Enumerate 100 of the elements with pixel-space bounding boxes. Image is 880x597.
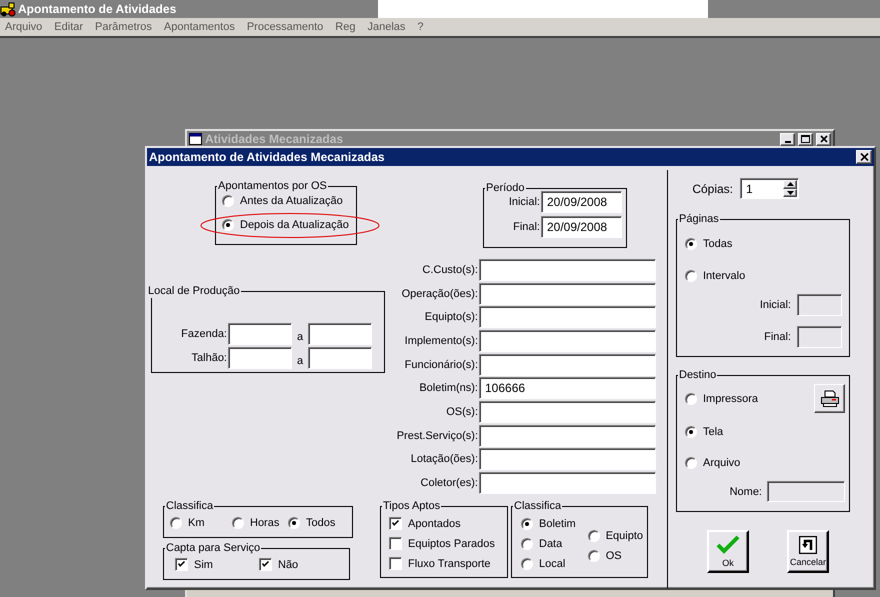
group-title: Local de Produção — [147, 285, 241, 298]
checkbox[interactable] — [389, 517, 402, 530]
field-label: Equipto(s): — [424, 311, 479, 324]
field-label: Nome: — [730, 486, 762, 498]
radio-button[interactable] — [685, 426, 697, 438]
group-title: Classifica — [165, 500, 214, 513]
field-label: Talhão: — [190, 352, 228, 364]
menu-item[interactable]: Editar — [54, 21, 84, 33]
checkbox[interactable] — [175, 558, 188, 572]
radio-button[interactable] — [521, 538, 533, 550]
radio-button[interactable] — [222, 219, 234, 231]
text-field[interactable] — [228, 323, 292, 345]
text-field[interactable] — [479, 330, 656, 352]
radio-button[interactable] — [288, 516, 300, 529]
field-label: Boletim(ns): — [418, 382, 479, 394]
text-field[interactable] — [308, 323, 372, 345]
radio-label: Todas — [703, 238, 732, 250]
checkbox[interactable] — [389, 557, 402, 570]
text-field[interactable]: 106666 — [479, 377, 656, 400]
close-icon — [820, 135, 828, 143]
text-field[interactable] — [479, 448, 656, 470]
dialog-title: Apontamento de Atividades Mecanizadas — [149, 150, 386, 164]
radio-label: Equipto — [606, 530, 643, 542]
radio-label: Local — [539, 558, 566, 570]
text-field[interactable] — [479, 354, 656, 376]
menu-item[interactable]: Reg — [335, 21, 356, 33]
cancel-button[interactable]: Cancelar — [787, 530, 829, 573]
radio-button[interactable] — [685, 238, 697, 250]
menu-item[interactable]: ? — [417, 21, 424, 33]
field-label: Fazenda: — [180, 328, 228, 340]
radio-button[interactable] — [685, 270, 697, 282]
field-label: C.Custo(s): — [421, 264, 479, 276]
radio-button[interactable] — [521, 558, 533, 570]
ok-button[interactable]: Ok — [707, 530, 749, 573]
radio-button[interactable] — [232, 516, 244, 529]
checkmark-icon — [716, 535, 740, 555]
checkbox-label: Não — [278, 558, 298, 571]
radio-label: Boletim — [539, 518, 576, 530]
group-title: Capta para Serviço — [165, 542, 262, 555]
field-label: Funcionário(s): — [404, 358, 479, 371]
text-field[interactable] — [479, 259, 656, 281]
menu-item[interactable]: Parâmetros — [95, 21, 152, 33]
text-field[interactable]: 20/09/2008 — [541, 191, 622, 213]
text-field[interactable] — [479, 400, 656, 423]
radio-label: Tela — [703, 426, 724, 438]
group-title: Apontamentos por OS — [217, 180, 328, 193]
group-title: Classifica — [513, 500, 562, 513]
app-icon — [0, 1, 16, 17]
text-field[interactable] — [228, 347, 292, 369]
printer-icon — [820, 390, 840, 408]
menu-item[interactable]: Janelas — [367, 21, 406, 33]
field-label: Final: — [764, 331, 791, 343]
group-title: Período — [485, 182, 526, 195]
text-field[interactable]: 20/09/2008 — [541, 216, 622, 238]
radio-label: Km — [188, 516, 204, 529]
radio-label: Intervalo — [703, 270, 746, 282]
radio-button[interactable] — [588, 530, 600, 542]
radio-button[interactable] — [170, 516, 182, 529]
field-label: Operação(ões): — [400, 288, 479, 300]
radio-label: Horas — [250, 516, 280, 529]
radio-button[interactable] — [588, 550, 600, 562]
checkbox-label: Sim — [194, 558, 213, 571]
radio-button[interactable] — [685, 392, 697, 404]
close-button[interactable] — [856, 150, 872, 164]
radio-button[interactable] — [685, 457, 697, 469]
text-field[interactable] — [479, 424, 656, 447]
checkbox[interactable] — [389, 537, 402, 550]
text-field[interactable] — [308, 347, 372, 369]
checkbox[interactable] — [259, 558, 272, 572]
range-separator: a — [296, 330, 304, 343]
range-separator: a — [296, 354, 304, 367]
menu-item[interactable]: Arquivo — [5, 21, 42, 33]
window-title: Atividades Mecanizadas — [205, 132, 344, 146]
field-label: Coletor(es): — [420, 476, 479, 489]
group-title: Páginas — [678, 213, 720, 226]
minimize-button[interactable] — [780, 132, 795, 146]
field-label: Lotação(ões): — [410, 453, 479, 466]
close-button[interactable] — [816, 132, 831, 146]
radio-label: Data — [539, 538, 562, 550]
checkbox-label: Apontados — [408, 518, 461, 530]
window-title: Apontamento de Atividades — [17, 2, 178, 16]
menu-item[interactable]: Apontamentos — [164, 21, 235, 33]
radio-label: Impressora — [703, 392, 758, 404]
menu-item[interactable]: Processamento — [246, 21, 324, 33]
text-field[interactable] — [479, 282, 656, 305]
checkbox-label: Equiptos Parados — [408, 538, 495, 550]
radio-label: Depois da Atualização — [240, 219, 349, 231]
field-label: OS(s): — [445, 406, 479, 418]
group-title: Destino — [678, 369, 718, 382]
radio-label: Todos — [306, 516, 336, 529]
field-label: Prest.Serviço(s): — [396, 430, 479, 442]
radio-button[interactable] — [222, 195, 234, 207]
printer-button[interactable] — [814, 384, 845, 413]
radio-button[interactable] — [521, 518, 533, 530]
text-field[interactable] — [479, 472, 656, 494]
maximize-button[interactable] — [798, 132, 813, 146]
checkbox-label: Fluxo Transporte — [408, 558, 491, 570]
text-field[interactable] — [479, 306, 656, 328]
radio-label: Arquivo — [703, 457, 740, 469]
field-label: Cópias: — [691, 182, 733, 196]
